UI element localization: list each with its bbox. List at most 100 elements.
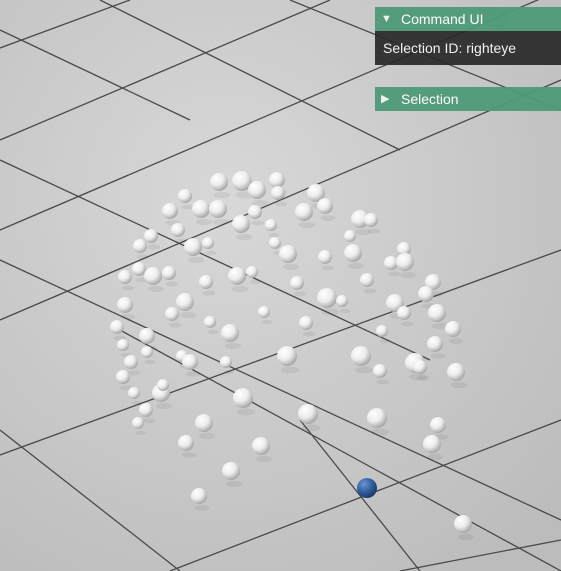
scene-canvas[interactable]: [0, 0, 561, 571]
marker-sphere[interactable]: [299, 316, 313, 330]
triangle-right-icon[interactable]: ▶: [381, 87, 395, 111]
marker-sphere[interactable]: [233, 388, 253, 408]
marker-sphere[interactable]: [428, 304, 446, 322]
marker-sphere[interactable]: [139, 328, 155, 344]
marker-sphere[interactable]: [317, 288, 337, 308]
marker-shadow: [320, 215, 336, 221]
marker-sphere[interactable]: [336, 295, 348, 307]
marker-sphere[interactable]: [445, 321, 461, 337]
marker-sphere[interactable]: [418, 286, 434, 302]
marker-sphere[interactable]: [202, 237, 214, 249]
marker-sphere[interactable]: [139, 403, 153, 417]
marker-sphere[interactable]: [269, 237, 281, 249]
marker-sphere[interactable]: [413, 360, 427, 374]
command-ui-header[interactable]: ▼ Command UI: [375, 7, 561, 31]
marker-sphere[interactable]: [298, 404, 318, 424]
marker-sphere[interactable]: [184, 238, 202, 256]
marker-sphere[interactable]: [191, 488, 207, 504]
marker-sphere[interactable]: [165, 307, 179, 321]
marker-sphere[interactable]: [117, 297, 133, 313]
marker-shadow: [212, 218, 230, 226]
marker-sphere[interactable]: [192, 200, 210, 218]
marker-sphere[interactable]: [265, 219, 277, 231]
marker-sphere[interactable]: [162, 203, 178, 219]
marker-sphere[interactable]: [295, 203, 313, 221]
marker-sphere[interactable]: [271, 186, 285, 200]
marker-sphere[interactable]: [252, 437, 270, 455]
marker-sphere[interactable]: [344, 244, 362, 262]
marker-sphere[interactable]: [176, 293, 194, 311]
marker-sphere[interactable]: [117, 339, 129, 351]
marker-sphere[interactable]: [141, 346, 153, 358]
marker-sphere[interactable]: [396, 253, 414, 271]
marker-sphere[interactable]: [210, 173, 228, 191]
marker-sphere[interactable]: [133, 239, 147, 253]
marker-sphere[interactable]: [124, 355, 138, 369]
marker-sphere[interactable]: [182, 354, 198, 370]
marker-sphere[interactable]: [384, 256, 398, 270]
marker-sphere[interactable]: [128, 387, 140, 399]
marker-shadow: [225, 480, 243, 488]
marker-shadow: [379, 338, 391, 344]
marker-sphere[interactable]: [344, 230, 356, 242]
marker-sphere[interactable]: [144, 267, 162, 285]
marker-sphere[interactable]: [290, 276, 304, 290]
selected-marker-sphere[interactable]: [357, 478, 377, 498]
marker-sphere[interactable]: [220, 356, 232, 368]
marker-sphere[interactable]: [258, 306, 270, 318]
selection-panel: ▶ Selection: [375, 87, 561, 111]
marker-sphere[interactable]: [178, 435, 194, 451]
marker-sphere[interactable]: [246, 266, 258, 278]
marker-shadow: [136, 254, 150, 260]
marker-sphere[interactable]: [364, 213, 378, 227]
marker-sphere[interactable]: [427, 336, 443, 352]
marker-sphere[interactable]: [447, 363, 465, 381]
marker-sphere[interactable]: [116, 370, 130, 384]
triangle-down-icon[interactable]: ▼: [381, 7, 395, 31]
marker-sphere[interactable]: [144, 229, 158, 243]
marker-sphere[interactable]: [221, 324, 239, 342]
marker-shadow: [457, 533, 475, 541]
marker-sphere[interactable]: [277, 346, 297, 366]
marker-shadow: [213, 191, 231, 199]
marker-sphere[interactable]: [209, 200, 227, 218]
marker-sphere[interactable]: [373, 364, 387, 378]
marker-sphere[interactable]: [397, 306, 411, 320]
marker-sphere[interactable]: [199, 275, 213, 289]
marker-sphere[interactable]: [132, 262, 146, 276]
marker-shadow: [223, 369, 235, 375]
marker-sphere[interactable]: [318, 250, 332, 264]
marker-sphere[interactable]: [222, 462, 240, 480]
marker-sphere[interactable]: [351, 346, 371, 366]
marker-sphere[interactable]: [376, 325, 388, 337]
marker-sphere[interactable]: [232, 215, 250, 233]
marker-sphere[interactable]: [269, 172, 285, 188]
marker-sphere[interactable]: [195, 414, 213, 432]
3d-viewport[interactable]: [0, 0, 561, 571]
marker-sphere[interactable]: [171, 223, 185, 237]
marker-shadow: [387, 271, 401, 277]
floor-plane: [0, 0, 561, 571]
marker-sphere[interactable]: [162, 266, 176, 280]
selection-header[interactable]: ▶ Selection: [375, 87, 561, 111]
marker-sphere[interactable]: [430, 417, 446, 433]
marker-shadow: [194, 505, 210, 511]
marker-shadow: [187, 256, 205, 264]
marker-sphere[interactable]: [228, 267, 246, 285]
marker-shadow: [142, 418, 156, 424]
marker-sphere[interactable]: [178, 189, 192, 203]
marker-sphere[interactable]: [157, 379, 169, 391]
marker-sphere[interactable]: [360, 273, 374, 287]
marker-sphere[interactable]: [132, 417, 144, 429]
marker-sphere[interactable]: [423, 435, 441, 453]
marker-sphere[interactable]: [317, 198, 333, 214]
marker-sphere[interactable]: [118, 270, 132, 284]
marker-sphere[interactable]: [110, 320, 124, 334]
marker-sphere[interactable]: [204, 316, 216, 328]
marker-sphere[interactable]: [248, 205, 262, 219]
marker-sphere[interactable]: [248, 181, 266, 199]
marker-sphere[interactable]: [454, 515, 472, 533]
marker-shadow: [347, 262, 365, 270]
marker-sphere[interactable]: [367, 408, 387, 428]
marker-sphere[interactable]: [279, 245, 297, 263]
